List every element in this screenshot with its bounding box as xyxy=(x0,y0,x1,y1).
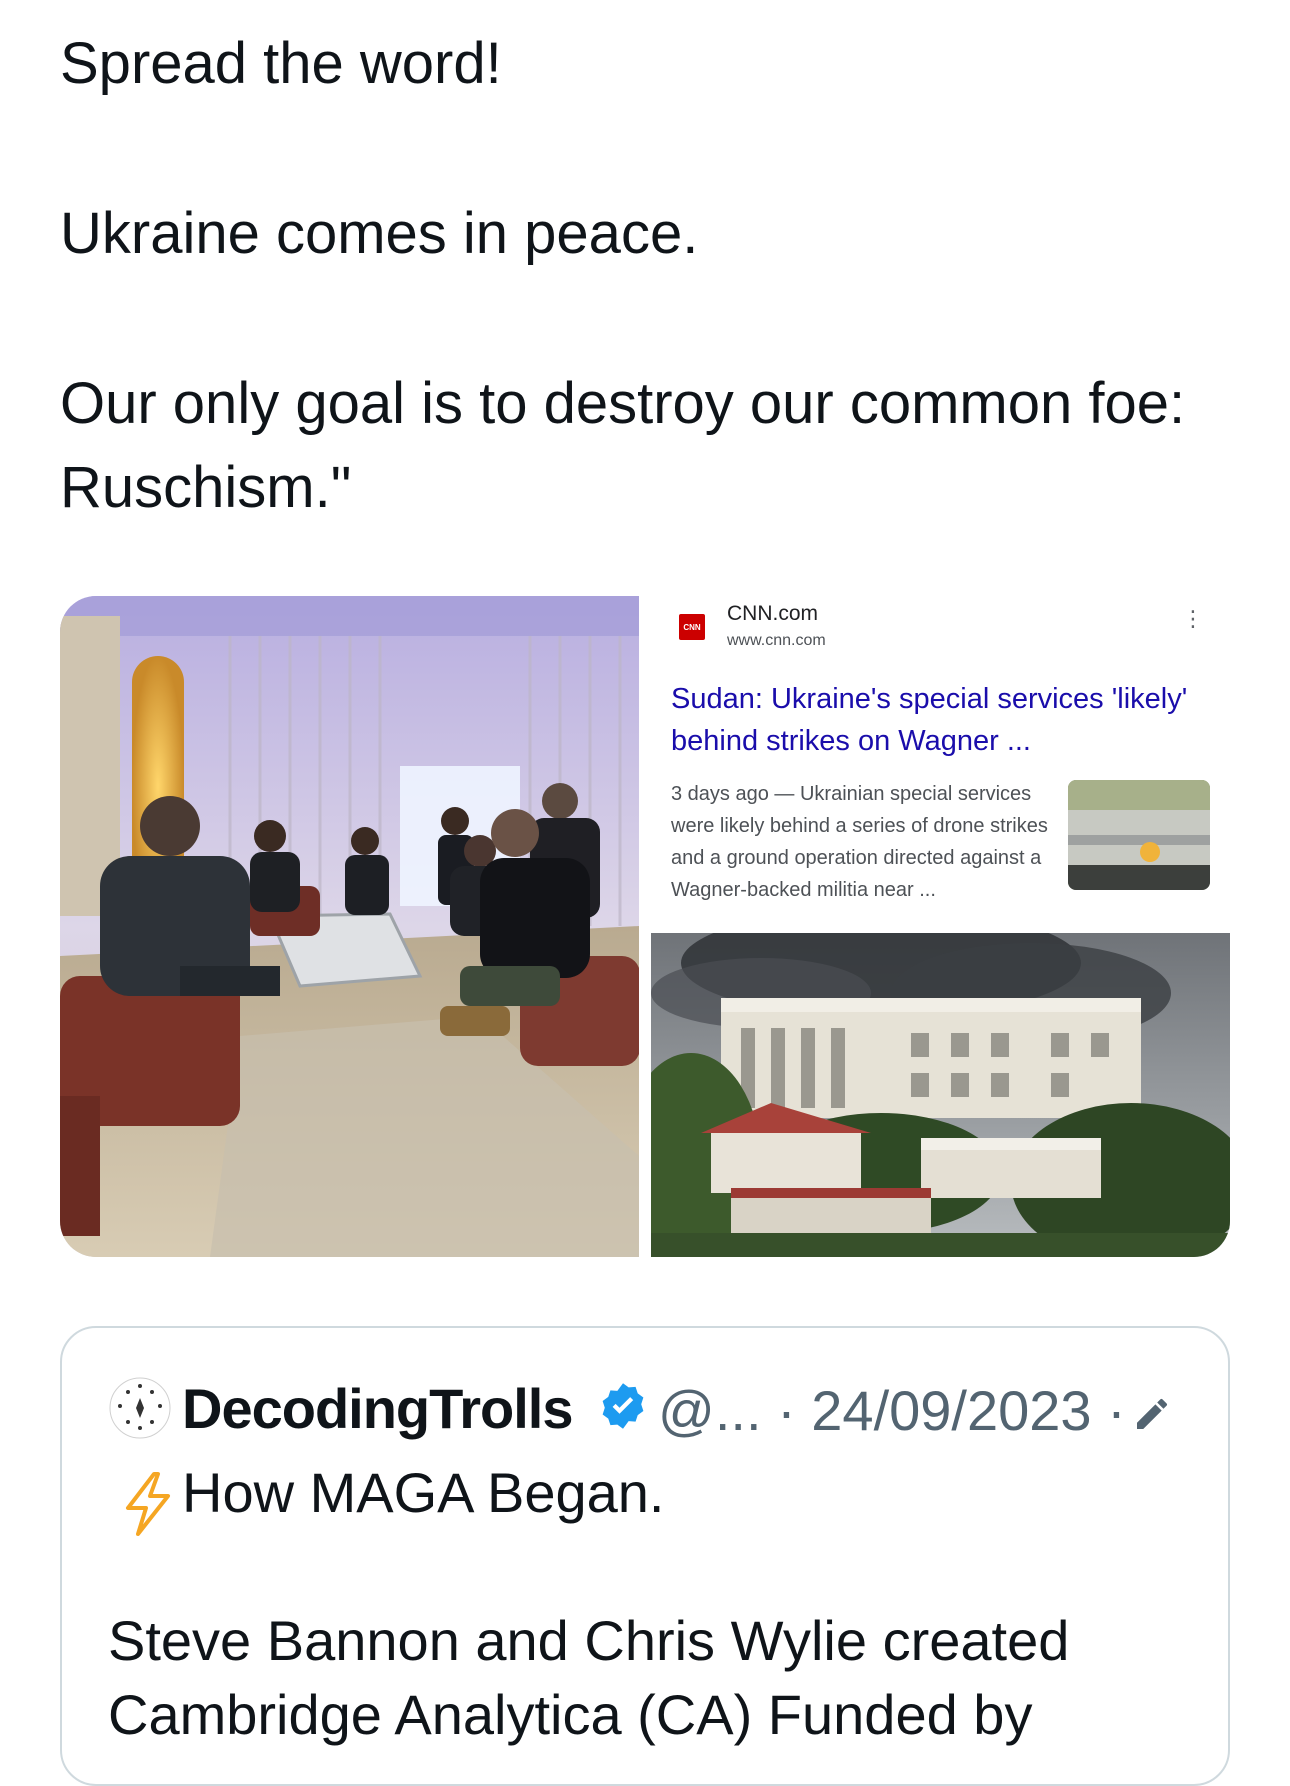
verified-badge-icon xyxy=(597,1380,649,1432)
quoted-author-name[interactable]: DecodingTrolls xyxy=(182,1376,573,1441)
smoke-building-image xyxy=(651,933,1230,1257)
tweet-line-2: Ukraine comes in peace. xyxy=(60,201,699,266)
quoted-tweet[interactable]: DecodingTrolls @... · 24/09/2023 · How M… xyxy=(60,1326,1230,1786)
search-result-site-name: CNN.com xyxy=(727,602,819,625)
search-result-headline[interactable]: Sudan: Ukraine's special services 'likel… xyxy=(671,678,1191,762)
meeting-photo-image xyxy=(60,596,639,1257)
cnn-logo: CNN xyxy=(679,614,705,640)
search-result-url: www.cnn.com xyxy=(727,632,826,649)
quoted-tweet-meta: @... · 24/09/2023 · xyxy=(658,1379,1126,1442)
quoted-tweet-first-line: How MAGA Began. xyxy=(182,1461,665,1524)
cnn-search-result[interactable]: CNN CNN.com www.cnn.com ⋮ Sudan: Ukraine… xyxy=(651,596,1230,932)
edited-pencil-icon[interactable] xyxy=(1132,1394,1172,1434)
search-result-snippet: 3 days ago — Ukrainian special services … xyxy=(671,783,1048,901)
smoke-building-photo[interactable] xyxy=(651,933,1230,1257)
tweet-text: Spread the word! Ukraine comes in peace.… xyxy=(60,22,1240,530)
more-vertical-icon[interactable]: ⋮ xyxy=(1182,608,1204,630)
quoted-tweet-body: Steve Bannon and Chris Wylie created Cam… xyxy=(108,1609,1070,1746)
tweet-line-1: Spread the word! xyxy=(60,31,502,96)
avatar[interactable] xyxy=(108,1376,172,1440)
media-grid: CNN CNN.com www.cnn.com ⋮ Sudan: Ukraine… xyxy=(60,596,1230,1257)
meeting-photo[interactable] xyxy=(60,596,639,1257)
lightning-bolt-icon xyxy=(122,1472,174,1536)
search-result-thumbnail xyxy=(1068,780,1210,890)
tweet-line-3: Our only goal is to destroy our common f… xyxy=(60,371,1186,520)
